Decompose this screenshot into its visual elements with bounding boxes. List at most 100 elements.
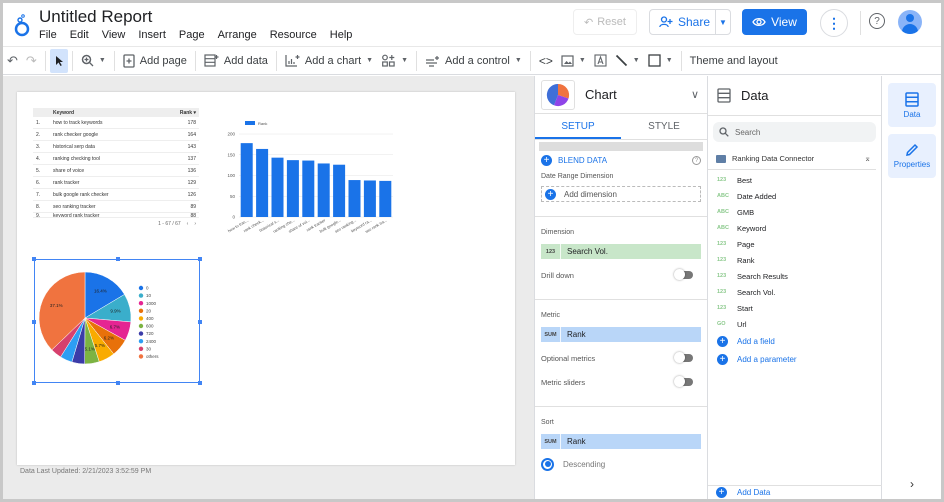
menu-page[interactable]: Page [179,29,205,41]
dimension-chip[interactable]: 123 Search Vol. [541,244,701,259]
menu-edit[interactable]: Edit [70,29,89,41]
table-row[interactable]: 9. keyword rank tracker 88 [33,213,199,218]
add-control-button[interactable]: Add a control ▼ [421,49,526,73]
collapse-icon[interactable]: ⌅ [864,154,871,163]
field-item[interactable]: 123 Start [708,300,881,316]
bar[interactable] [240,143,253,217]
more-options-button[interactable]: ⋮ [820,9,848,37]
expand-panel-chevron-icon[interactable]: › [910,477,914,491]
optional-metrics-toggle[interactable] [674,352,693,363]
metric-sliders-toggle[interactable] [674,376,693,387]
resize-handle[interactable] [198,381,202,385]
resize-handle[interactable] [198,257,202,261]
report-page[interactable]: Keyword Rank ▾ 1. how to track keywords 17… [17,92,515,465]
rail-properties-button[interactable]: Properties [888,134,936,178]
image-button[interactable]: ▼ [557,49,590,73]
add-data-button[interactable]: Add data [200,49,272,73]
tab-style[interactable]: STYLE [621,114,707,139]
resize-handle[interactable] [32,257,36,261]
resize-handle[interactable] [116,257,120,261]
menu-help[interactable]: Help [330,29,353,41]
bar[interactable] [348,180,361,217]
menu-insert[interactable]: Insert [138,29,166,41]
add-page-button[interactable]: Add page [119,49,191,73]
menu-file[interactable]: File [39,29,57,41]
line-button[interactable]: ▼ [611,49,644,73]
share-dropdown-caret-icon[interactable]: ▼ [716,18,730,27]
account-avatar[interactable] [898,10,922,34]
add-dimension-dropzone[interactable]: + Add dimension [541,186,701,202]
view-button[interactable]: View [742,9,807,35]
bar[interactable] [379,180,392,217]
field-item[interactable]: 123 Search Results [708,268,881,284]
rail-data-button[interactable]: Data [888,83,936,127]
add-field-link[interactable]: + Add a field [708,332,881,350]
radio-selected-icon[interactable] [541,457,554,471]
resize-handle[interactable] [32,381,36,385]
field-item[interactable]: 123 Search Vol. [708,284,881,300]
field-item[interactable]: ABC Keyword [708,220,881,236]
chart-type-selector[interactable]: Chart ∨ [535,76,707,114]
table-row[interactable]: 6. rank tracker 129 [33,177,199,189]
resize-handle[interactable] [32,320,36,324]
help-icon[interactable]: ? [869,13,885,29]
text-button[interactable] [590,49,611,73]
metric-chip[interactable]: SUM Rank [541,327,701,342]
bar[interactable] [317,163,330,217]
pager-prev-button[interactable]: ‹ [187,221,189,227]
table-row[interactable]: 4. ranking checking tool 137 [33,153,199,165]
field-item[interactable]: GO Url [708,316,881,332]
bar[interactable] [256,148,269,217]
bar[interactable] [333,164,346,217]
bar[interactable] [363,180,376,217]
table-row[interactable]: 2. rank checker google 164 [33,129,199,141]
table-row[interactable]: 1. how to track keywords 178 [33,117,199,129]
pie-chart[interactable]: 16.4% 9.9% 6.7% 6.2% 5.7%5.1% 37.1% 0 10 1000 20 4… [35,260,201,384]
undo-button[interactable]: ↶ [3,49,22,73]
bar[interactable] [302,160,315,217]
blend-data-button[interactable]: + BLEND DATA ? [535,151,707,169]
table-header-keyword[interactable]: Keyword [53,110,169,116]
report-title[interactable]: Untitled Report [39,7,152,27]
embed-url-button[interactable]: <> [535,49,557,73]
zoom-button[interactable]: ▼ [77,49,110,73]
keyword-rank-table[interactable]: Keyword Rank ▾ 1. how to track keywords 17… [33,108,199,227]
share-button[interactable]: Share ▼ [649,9,731,35]
field-search-input[interactable]: Search [713,122,876,142]
tab-setup[interactable]: SETUP [535,114,621,139]
add-chart-button[interactable]: Add a chart ▼ [281,49,377,73]
pager-next-button[interactable]: › [194,221,196,227]
data-source-chip[interactable] [539,142,703,151]
select-tool-button[interactable] [49,48,68,73]
menu-arrange[interactable]: Arrange [218,29,257,41]
looker-studio-logo-icon[interactable] [13,13,31,37]
add-data-link[interactable]: + Add Data [708,485,882,499]
sort-chip[interactable]: SUM Rank [541,434,701,449]
table-row[interactable]: 7. bulk google rank checker 126 [33,189,199,201]
add-parameter-link[interactable]: + Add a parameter [708,350,881,368]
table-row[interactable]: 8. seo ranking tracker 89 [33,201,199,213]
reset-button[interactable]: ↶ Reset [573,9,637,35]
menu-resource[interactable]: Resource [270,29,317,41]
shape-button[interactable]: ▼ [644,49,677,73]
sort-descending-option[interactable]: Descending [535,453,707,475]
redo-button[interactable]: ↷ [22,49,41,73]
field-item[interactable]: 123 Rank [708,252,881,268]
menu-view[interactable]: View [102,29,126,41]
share-main[interactable]: Share [650,10,716,34]
community-viz-button[interactable]: ▼ [377,49,412,73]
resize-handle[interactable] [198,320,202,324]
field-item[interactable]: 123 Best [708,172,881,188]
table-row[interactable]: 3. historical serp data 143 [33,141,199,153]
drill-down-toggle[interactable] [674,269,693,280]
help-icon[interactable]: ? [692,155,701,165]
data-source-row[interactable]: Ranking Data Connector ⌅ [708,148,876,170]
field-item[interactable]: ABC GMB [708,204,881,220]
chevron-down-icon[interactable]: ∨ [691,88,699,101]
rank-bar-chart[interactable]: Rank050100150200how to trac...rank check… [217,114,397,234]
pie-chart-selected[interactable]: 16.4% 9.9% 6.7% 6.2% 5.7% 5.1% 37.1% 0 10 1000 20 4… [32,257,202,385]
bar[interactable] [286,160,299,217]
resize-handle[interactable] [116,381,120,385]
field-item[interactable]: ABC Date Added [708,188,881,204]
theme-layout-button[interactable]: Theme and layout [686,49,782,73]
